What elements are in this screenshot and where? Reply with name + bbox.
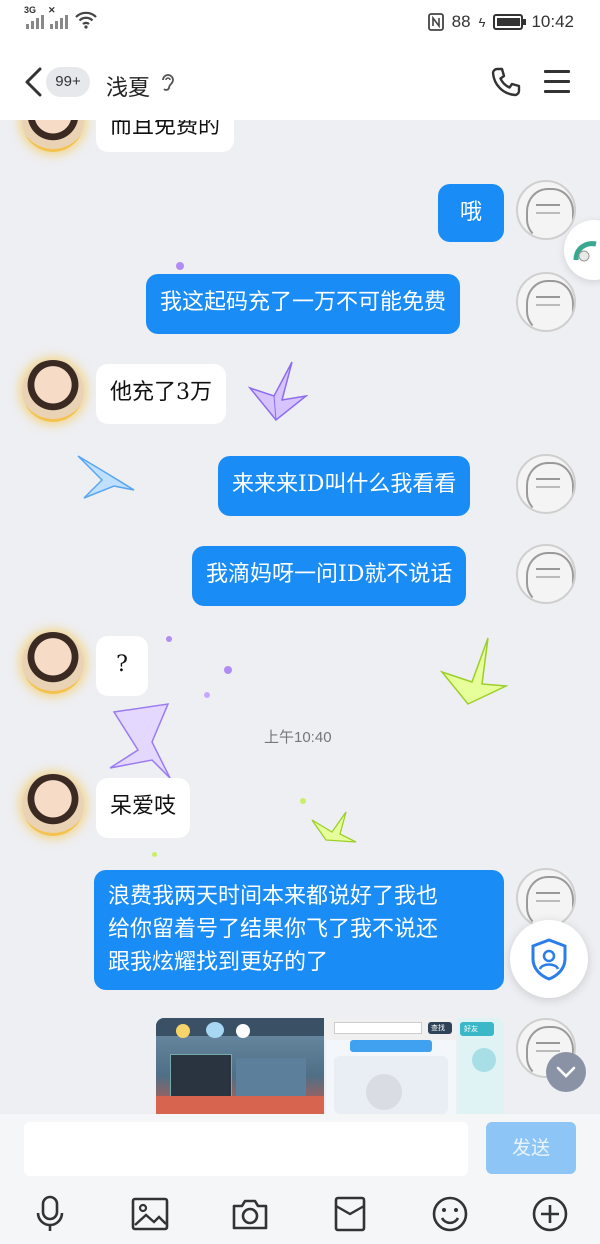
my-avatar[interactable] [516,180,576,240]
sparkle-dot [224,666,232,674]
hearing-icon [162,74,174,91]
message-bubble-outgoing[interactable]: 浪费我两天时间本来都说好了我也 给你留着号了结果你飞了我不说还 跟我炫耀找到更好… [94,870,504,990]
plus-icon[interactable] [530,1194,570,1234]
red-packet-icon[interactable] [330,1194,370,1234]
green-crane-2-decoration [311,811,357,843]
purple-crane-2-decoration [109,703,171,779]
my-avatar[interactable] [516,272,576,332]
security-shield-button[interactable] [510,920,588,998]
message-bubble-outgoing[interactable]: 我这起码充了一万不可能免费 [146,274,461,334]
green-crane-decoration [439,637,508,705]
chat-header: 99+ 浅夏 [0,44,600,120]
message-bubble-outgoing[interactable]: 哦 [438,184,504,242]
microphone-icon[interactable] [30,1194,70,1234]
menu-icon[interactable] [544,70,570,100]
message-bubble-incoming[interactable]: ? [96,636,148,696]
my-avatar[interactable] [516,454,576,514]
blue-crane-decoration [77,455,135,499]
message-input-bar: 发送 [0,1114,600,1180]
message-bubble-outgoing[interactable]: 我滴妈呀一问ID就不说话 [192,546,467,606]
chevron-down-icon [556,1066,576,1078]
scroll-to-bottom-button[interactable] [546,1052,586,1092]
contact-avatar[interactable] [22,120,84,152]
message-line: 浪费我两天时间本来都说好了我也 [108,884,439,909]
message-bubble-outgoing[interactable]: 来来来ID叫什么我看看 [218,456,471,516]
message-bubble-incoming[interactable]: 他充了3万 [96,364,226,424]
message-input[interactable] [24,1122,468,1176]
emoji-icon[interactable] [430,1194,470,1234]
battery-percent: 88 [451,12,471,31]
contact-avatar[interactable] [22,360,84,422]
assistant-icon [573,241,597,262]
game-screenshot-3: 好友 [458,1018,504,1114]
purple-crane-decoration [248,361,308,422]
cell-signal-2-icon: ✕ [48,5,68,29]
image-icon[interactable] [130,1194,170,1234]
search-button: 查找 [428,1022,452,1034]
status-right: 88 ϟ 10:42 [427,12,574,32]
message-timestamp: 上午10:40 [264,729,332,746]
contact-avatar[interactable] [22,632,84,694]
sparkle-dot [166,636,172,642]
charging-icon: ϟ [478,14,486,30]
chat-area[interactable]: 而且免费的 哦 我这起码充了一万不可能免费 他充了3万 来来来ID叫什么我看看 … [0,120,600,1114]
sparkle-dot [152,852,157,857]
battery-icon [493,14,527,30]
camera-icon[interactable] [230,1194,270,1234]
game-screenshot-1 [156,1018,324,1114]
image-message[interactable]: 查找 好友 [156,1018,504,1114]
chevron-left-icon[interactable] [22,66,44,98]
nfc-icon [427,13,444,31]
message-line: 跟我炫耀找到更好的了 [108,950,329,975]
send-button[interactable]: 发送 [486,1122,576,1174]
sparkle-dot [300,798,306,804]
shield-icon [531,938,567,981]
phone-icon[interactable] [490,66,522,98]
input-toolbar [0,1180,600,1244]
status-bar: 3G ✕ 88 ϟ 10:42 [0,0,600,44]
game-screenshot-2: 查找 [326,1018,456,1114]
signal-x-icon: ✕ [48,5,56,15]
my-avatar[interactable] [516,868,576,928]
message-bubble-incoming[interactable]: 而且免费的 [96,120,235,152]
message-bubble-incoming[interactable]: 呆爱吱 [96,778,191,838]
contact-avatar[interactable] [22,774,84,836]
network-type-label: 3G [24,5,37,15]
sparkle-dot [204,692,210,698]
unread-badge[interactable]: 99+ [46,67,90,97]
clock: 10:42 [531,12,574,31]
message-line: 给你留着号了结果你飞了我不说还 [108,917,439,942]
contact-name[interactable]: 浅夏 [106,70,150,102]
wifi-icon [75,11,97,29]
sparkle-dot [176,262,184,270]
my-avatar[interactable] [516,544,576,604]
cell-signal-icon: 3G [24,5,44,29]
status-left: 3G ✕ [24,5,98,30]
